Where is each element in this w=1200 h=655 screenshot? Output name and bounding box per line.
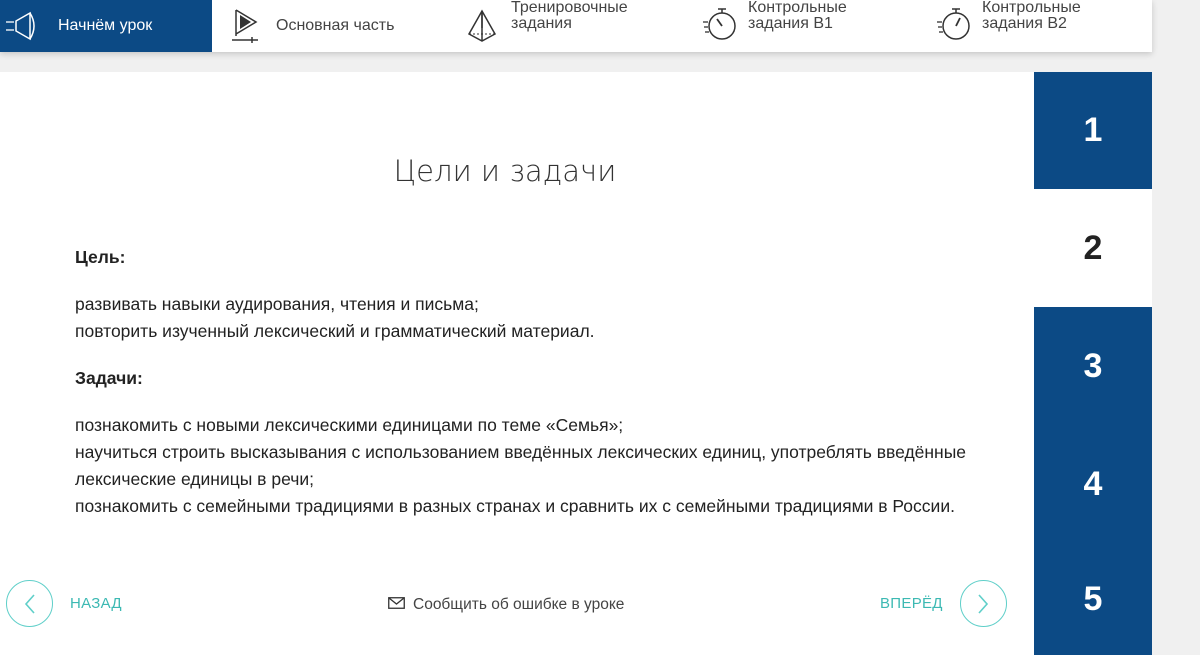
tab-label: Тренировочные задания <box>511 0 628 32</box>
lesson-content-panel: Цели и задачи Цель: развивать навыки ауд… <box>0 72 1034 655</box>
tab-training-tasks[interactable]: Тренировочные задания <box>465 0 628 52</box>
forward-label: ВПЕРЁД <box>880 595 943 612</box>
step-5[interactable]: 5 <box>1034 543 1152 655</box>
chevron-right-icon <box>959 580 1007 627</box>
stopwatch-icon <box>936 8 972 44</box>
chevron-left-icon <box>6 580 53 627</box>
goal-list: развивать навыки аудирования, чтения и п… <box>75 291 1005 345</box>
forward-button[interactable]: ВПЕРЁД <box>880 580 1007 627</box>
lesson-sections-bar: Начнём урок Основная часть Тренировочные… <box>0 0 1152 52</box>
tasks-heading: Задачи: <box>75 368 143 388</box>
report-label: Сообщить об ошибке в уроке <box>413 596 625 613</box>
megaphone-icon <box>6 8 48 44</box>
tab-label: Основная часть <box>276 17 395 34</box>
step-4[interactable]: 4 <box>1034 425 1152 543</box>
goal-heading: Цель: <box>75 247 126 267</box>
goal-line: развивать навыки аудирования, чтения и п… <box>75 294 479 314</box>
tab-control-b2[interactable]: Контрольные задания B2 <box>936 0 1081 52</box>
goal-line: повторить изученный лексический и грамма… <box>75 321 595 341</box>
tab-label: Контрольные задания B2 <box>982 0 1081 32</box>
tab-main-part[interactable]: Основная часть <box>230 0 394 52</box>
tab-control-b1[interactable]: Контрольные задания B1 <box>702 0 847 52</box>
report-error-link[interactable]: Сообщить об ошибке в уроке <box>388 596 624 614</box>
step-2[interactable]: 2 <box>1034 189 1152 307</box>
tab-label: Контрольные задания B1 <box>748 0 847 32</box>
task-line: познакомить с семейными традициями в раз… <box>75 496 955 516</box>
step-navigator: 1 2 3 4 5 <box>1034 72 1152 655</box>
page-title: Цели и задачи <box>393 154 617 188</box>
tab-start-lesson[interactable]: Начнём урок <box>0 0 212 52</box>
step-3[interactable]: 3 <box>1034 307 1152 425</box>
back-label: НАЗАД <box>70 595 122 612</box>
tab-label: Начнём урок <box>58 17 153 34</box>
stopwatch-icon <box>702 8 738 44</box>
back-button[interactable]: НАЗАД <box>6 580 122 627</box>
tasks-list: познакомить с новыми лексическими единиц… <box>75 412 1005 520</box>
goals-text: Цель: развивать навыки аудирования, чтен… <box>75 244 1005 540</box>
task-line: познакомить с новыми лексическими единиц… <box>75 415 624 435</box>
play-icon <box>230 8 266 44</box>
task-line: научиться строить высказывания с использ… <box>75 442 967 489</box>
pyramid-icon <box>465 8 501 44</box>
step-1[interactable]: 1 <box>1034 72 1152 189</box>
envelope-icon <box>388 596 405 614</box>
